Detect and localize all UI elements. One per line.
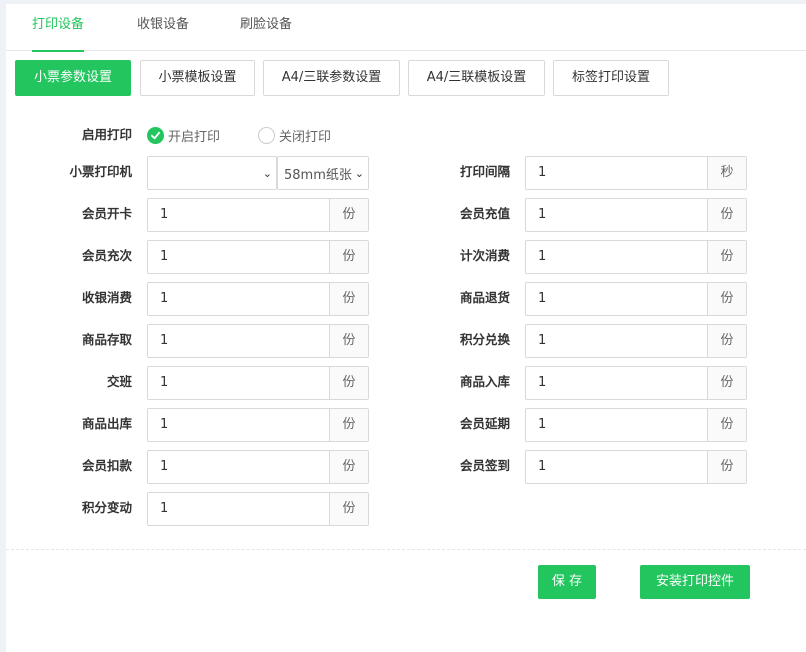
paper-size-value: 58mm纸张 (284, 167, 352, 183)
copies-field[interactable]: 1 份 (525, 282, 747, 316)
field-label: 计次消费 (459, 248, 510, 263)
tab-cashier-device[interactable]: 收银设备 (137, 4, 189, 51)
radio-print-on[interactable]: 开启打印 (147, 125, 220, 145)
copies-value[interactable]: 1 (148, 451, 329, 483)
copies-field[interactable]: 1 份 (147, 282, 369, 316)
copies-value[interactable]: 1 (526, 241, 707, 273)
copies-value[interactable]: 1 (148, 241, 329, 273)
copies-field[interactable]: 1 份 (525, 366, 747, 400)
copies-value[interactable]: 1 (148, 493, 329, 525)
copies-value[interactable]: 1 (148, 325, 329, 357)
copies-unit: 份 (329, 493, 368, 525)
radio-print-off[interactable]: 关闭打印 (258, 125, 331, 145)
paper-size-select[interactable]: 58mm纸张 ⌄ (277, 156, 369, 190)
print-interval-value[interactable]: 1 (526, 157, 707, 189)
copies-field[interactable]: 1 份 (147, 450, 369, 484)
copies-unit: 份 (707, 451, 746, 483)
subtab-receipt-params[interactable]: 小票参数设置 (15, 60, 131, 96)
copies-value[interactable]: 1 (526, 367, 707, 399)
copies-unit: 份 (707, 325, 746, 357)
field-label: 商品存取 (81, 332, 132, 347)
field-label: 会员签到 (459, 458, 510, 473)
copies-unit: 份 (329, 241, 368, 273)
print-interval-field[interactable]: 1 秒 (525, 156, 747, 190)
field-label: 商品退货 (459, 290, 510, 305)
field-label: 积分兑换 (459, 332, 510, 347)
copies-field[interactable]: 1 份 (525, 450, 747, 484)
copies-unit: 份 (707, 241, 746, 273)
print-interval-label: 打印间隔 (459, 164, 510, 179)
receipt-printer-label: 小票打印机 (69, 164, 132, 179)
install-print-control-button[interactable]: 安装打印控件 (640, 565, 750, 599)
copies-field[interactable]: 1 份 (147, 240, 369, 274)
field-label: 收银消费 (81, 290, 132, 305)
field-label: 商品入库 (459, 374, 510, 389)
check-icon (147, 126, 164, 144)
subtab-a4-params[interactable]: A4/三联参数设置 (263, 60, 400, 96)
field-label: 会员开卡 (81, 206, 132, 221)
copies-field[interactable]: 1 份 (525, 408, 747, 442)
copies-unit: 份 (329, 409, 368, 441)
subtab-a4-template[interactable]: A4/三联模板设置 (408, 60, 545, 96)
field-label: 商品出库 (81, 416, 132, 431)
radio-print-off-label: 关闭打印 (279, 129, 332, 145)
subtab-receipt-template[interactable]: 小票模板设置 (140, 60, 255, 96)
copies-value[interactable]: 1 (148, 199, 329, 231)
device-tabs: 打印设备 收银设备 刷脸设备 (6, 4, 806, 52)
copies-unit: 份 (707, 199, 746, 231)
field-label: 积分变动 (81, 500, 132, 515)
copies-field[interactable]: 1 份 (525, 240, 747, 274)
copies-field[interactable]: 1 份 (525, 198, 747, 232)
copies-value[interactable]: 1 (148, 367, 329, 399)
copies-value[interactable]: 1 (526, 283, 707, 315)
copies-value[interactable]: 1 (526, 451, 707, 483)
copies-unit: 份 (329, 199, 368, 231)
copies-unit: 份 (329, 283, 368, 315)
field-label: 会员延期 (459, 416, 510, 431)
settings-panel: 打印设备 收银设备 刷脸设备 小票参数设置 小票模板设置 A4/三联参数设置 A… (6, 4, 806, 652)
copies-value[interactable]: 1 (526, 325, 707, 357)
save-button[interactable]: 保 存 (538, 565, 596, 599)
footer-divider (6, 549, 806, 550)
copies-field[interactable]: 1 份 (147, 198, 369, 232)
copies-value[interactable]: 1 (148, 283, 329, 315)
field-label: 会员充值 (459, 206, 510, 221)
copies-unit: 份 (707, 367, 746, 399)
copies-unit: 份 (329, 367, 368, 399)
radio-print-on-label: 开启打印 (168, 129, 221, 145)
print-interval-unit: 秒 (707, 157, 746, 189)
copies-value[interactable]: 1 (526, 199, 707, 231)
radio-empty-icon (258, 126, 275, 144)
copies-unit: 份 (329, 325, 368, 357)
copies-field[interactable]: 1 份 (525, 324, 747, 358)
enable-print-label: 启用打印 (81, 127, 132, 142)
chevron-down-icon: ⌄ (354, 166, 364, 180)
copies-unit: 份 (329, 451, 368, 483)
copies-unit: 份 (707, 283, 746, 315)
copies-field[interactable]: 1 份 (147, 366, 369, 400)
field-label: 会员扣款 (81, 458, 132, 473)
tab-print-device[interactable]: 打印设备 (32, 4, 85, 52)
field-label: 会员充次 (81, 248, 132, 263)
copies-field[interactable]: 1 份 (147, 492, 369, 526)
subtab-label-print[interactable]: 标签打印设置 (553, 60, 669, 96)
printer-select[interactable]: ⌄ (147, 156, 277, 190)
copies-value[interactable]: 1 (148, 409, 329, 441)
copies-unit: 份 (707, 409, 746, 441)
chevron-down-icon: ⌄ (262, 166, 272, 180)
copies-field[interactable]: 1 份 (147, 408, 369, 442)
field-label: 交班 (106, 374, 132, 389)
copies-value[interactable]: 1 (526, 409, 707, 441)
tab-face-device[interactable]: 刷脸设备 (240, 4, 292, 51)
copies-field[interactable]: 1 份 (147, 324, 369, 358)
